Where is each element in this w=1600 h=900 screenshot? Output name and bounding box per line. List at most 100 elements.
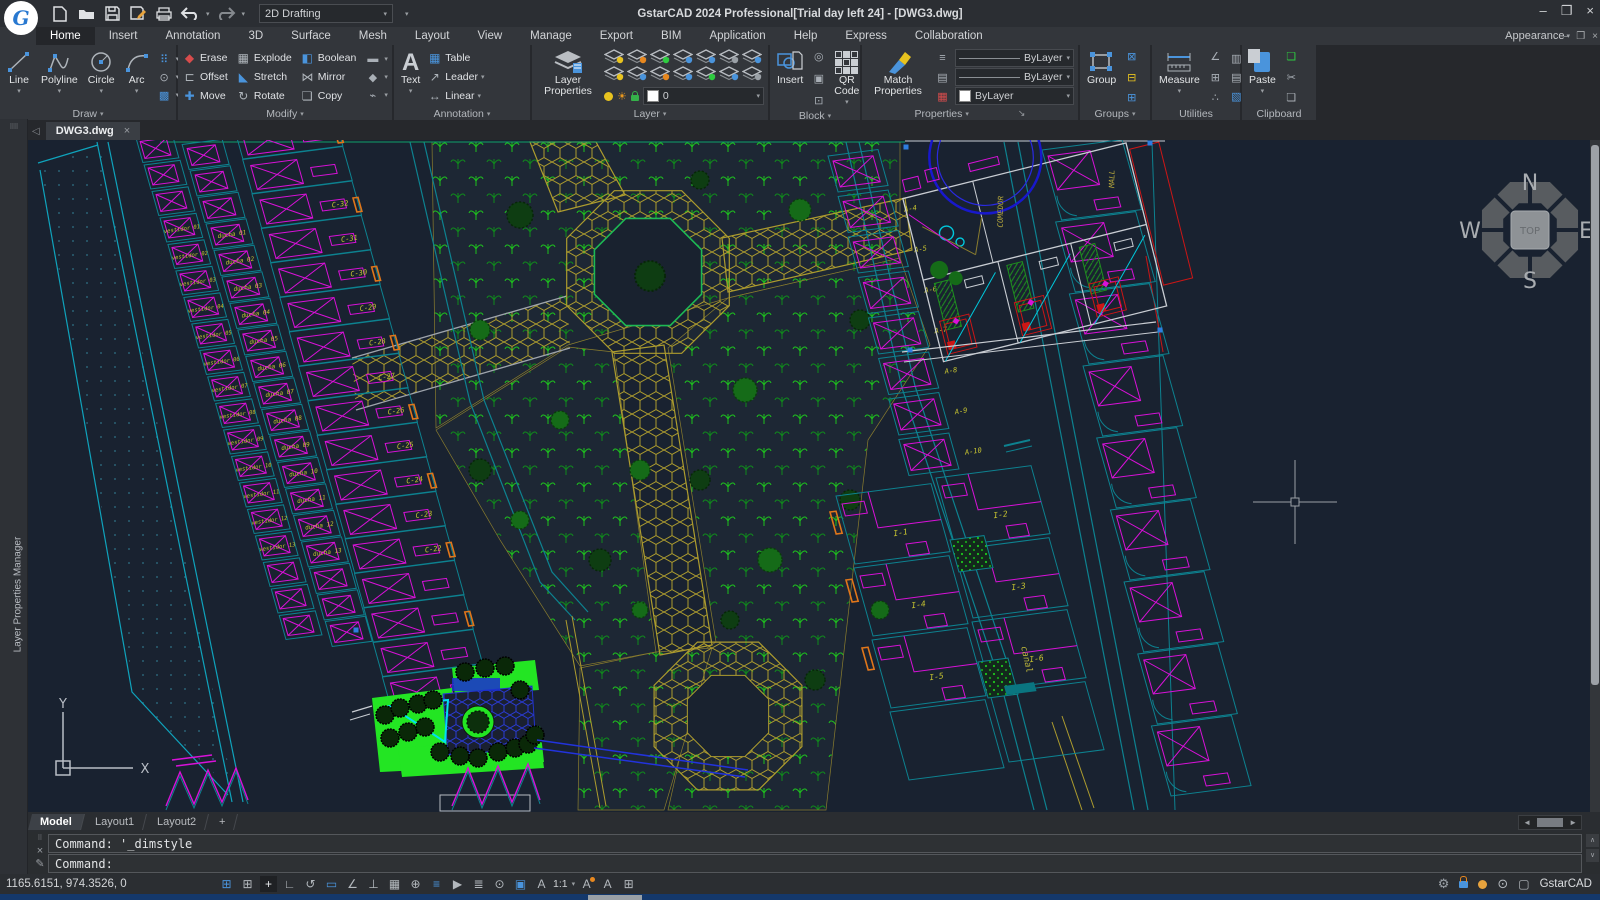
new-file-icon[interactable]: [50, 5, 70, 23]
object-snap-toggle[interactable]: ⊥: [365, 876, 382, 892]
layer-thaw-icon[interactable]: ☀: [617, 90, 627, 103]
clean-screen-toggle[interactable]: ▣: [512, 876, 529, 892]
tab-layout2[interactable]: Layout2: [145, 814, 209, 830]
text-button[interactable]: A Text▾: [398, 47, 423, 107]
boolean-button[interactable]: ◧Boolean: [300, 49, 357, 67]
layer-on-icon[interactable]: [604, 92, 613, 101]
annotation-visibility-toggle[interactable]: A: [578, 876, 595, 892]
command-edit-icon[interactable]: ✎: [32, 858, 48, 871]
calculator-icon[interactable]: ⊞: [1207, 70, 1224, 85]
ribbon-tab-annotation[interactable]: Annotation: [151, 27, 234, 45]
dynamic-input-toggle[interactable]: ▭: [323, 876, 340, 892]
leader-button[interactable]: ↗Leader▾: [427, 68, 484, 86]
tab-scroll-left-icon[interactable]: ◁: [32, 126, 40, 137]
ribbon-tab-application[interactable]: Application: [695, 27, 779, 45]
layer-tool-icon-12[interactable]: [719, 66, 741, 82]
layer-tool-icon-10[interactable]: [673, 66, 695, 82]
erase-button[interactable]: ◆Erase: [182, 49, 228, 67]
panel-label-clipboard[interactable]: Clipboard: [1242, 107, 1316, 120]
explode-button[interactable]: ▦Explode: [236, 49, 292, 67]
lineweight-toggle[interactable]: ≡: [428, 876, 445, 892]
multiple-points-icon[interactable]: ⠿: [156, 52, 173, 67]
layer-tool-icon-0[interactable]: [604, 49, 626, 65]
layer-properties-manager-tab[interactable]: Layer Properties Manager: [13, 515, 24, 675]
quick-calc[interactable]: ⊞: [620, 876, 637, 892]
group-select-icon[interactable]: ⊞: [1123, 90, 1140, 105]
appearance-menu[interactable]: Appearance▾: [1505, 27, 1570, 45]
open-folder-icon[interactable]: [76, 5, 96, 23]
mirror-button[interactable]: ⋈Mirror: [300, 68, 357, 86]
center-snap-toggle[interactable]: ⊕: [407, 876, 424, 892]
stretch-button[interactable]: ◣Stretch: [236, 68, 292, 86]
grid-toggle[interactable]: ⊞: [239, 876, 256, 892]
ribbon-tab-surface[interactable]: Surface: [277, 27, 345, 45]
layer-isolate-toggle[interactable]: ≣: [470, 876, 487, 892]
horizontal-scrollbar-thumb[interactable]: [1537, 818, 1563, 827]
panel-label-annotation[interactable]: Annotation▾: [394, 107, 530, 120]
canvas-vertical-scrollbar[interactable]: [1590, 140, 1600, 812]
canvas-horizontal-scrollbar[interactable]: ◄ ►: [1518, 815, 1582, 830]
attribute-icon[interactable]: ⊡: [810, 93, 827, 108]
color-list-icon[interactable]: ▦: [934, 89, 951, 104]
doc-minimize-button[interactable]: –: [1564, 31, 1570, 42]
panel-label-groups[interactable]: Groups▾: [1080, 107, 1150, 120]
linetype-select[interactable]: ByLayer▾: [955, 68, 1074, 86]
dock-grip-icon[interactable]: ⠿⠿: [0, 123, 27, 131]
copy-clip-icon[interactable]: ❏: [1283, 49, 1300, 64]
color-select[interactable]: ByLayer▾: [955, 87, 1074, 105]
group-button[interactable]: Group: [1084, 47, 1119, 107]
zoom-tool[interactable]: ⊙: [491, 876, 508, 892]
find-zoom-icon[interactable]: ⊙: [1497, 876, 1508, 892]
layer-tool-icon-2[interactable]: [650, 49, 672, 65]
ribbon-tab-help[interactable]: Help: [780, 27, 832, 45]
match-properties-button[interactable]: Match Properties: [866, 47, 930, 107]
command-grip-icon[interactable]: ⠿: [32, 832, 48, 845]
layer-select[interactable]: 0▾: [643, 87, 764, 105]
command-close-icon[interactable]: ×: [32, 845, 48, 858]
drawing-canvas[interactable]: vestidor 01vestidor 02vestidor 03vestido…: [28, 140, 1590, 812]
auto-annotation-toggle[interactable]: A: [599, 876, 616, 892]
ribbon-tab-export[interactable]: Export: [586, 27, 647, 45]
minimize-button[interactable]: –: [1540, 3, 1547, 19]
table-button[interactable]: ▦Table: [427, 49, 484, 67]
command-scroll-down-icon[interactable]: ∨: [1586, 849, 1599, 862]
restore-button[interactable]: ❒: [1561, 3, 1573, 19]
layer-properties-button[interactable]: Layer Properties: [536, 47, 600, 107]
ribbon-tab-view[interactable]: View: [463, 27, 516, 45]
insert-button[interactable]: Insert: [774, 47, 806, 110]
properties-dialog-launcher[interactable]: ↘: [1018, 108, 1026, 119]
doc-close-button[interactable]: ×: [1592, 31, 1598, 42]
ribbon-tab-collaboration[interactable]: Collaboration: [901, 27, 997, 45]
paste-button[interactable]: Paste▾: [1246, 47, 1279, 107]
toolbar-options-icon[interactable]: ▾: [405, 10, 409, 18]
tab-add-layout[interactable]: +: [207, 814, 238, 830]
save-as-icon[interactable]: [128, 5, 148, 23]
tab-model[interactable]: Model: [28, 814, 85, 830]
scroll-right-icon[interactable]: ►: [1565, 818, 1581, 827]
snap-toggle[interactable]: ⊞: [218, 876, 235, 892]
panel-label-layer[interactable]: Layer▾: [532, 107, 768, 120]
layer-tool-icon-5[interactable]: [719, 49, 741, 65]
panel-label-utilities[interactable]: Utilities: [1152, 107, 1240, 120]
layer-tool-icon-4[interactable]: [696, 49, 718, 65]
document-tab[interactable]: DWG3.dwg×: [46, 122, 141, 140]
snap-mode-toggle[interactable]: +: [260, 876, 277, 892]
tab-close-icon[interactable]: ×: [124, 125, 130, 137]
selection-cycling-toggle[interactable]: ▶: [449, 876, 466, 892]
tips-bulb-icon[interactable]: [1478, 880, 1487, 889]
circle-button[interactable]: Circle▾: [85, 47, 118, 107]
close-button[interactable]: ×: [1586, 3, 1594, 19]
settings-gear-icon[interactable]: ⚙: [1438, 876, 1450, 892]
app-logo-icon[interactable]: G: [4, 1, 38, 35]
linetype-list-icon[interactable]: ▤: [934, 70, 951, 85]
panel-label-modify[interactable]: Modify▾: [178, 107, 392, 120]
qr-code-button[interactable]: QR Code▾: [831, 47, 862, 110]
redo-icon[interactable]: [216, 5, 236, 23]
ungroup-icon[interactable]: ⊠: [1123, 49, 1140, 64]
layer-tool-icon-3[interactable]: [673, 49, 695, 65]
cut-icon[interactable]: ✂: [1283, 70, 1300, 85]
id-point-icon[interactable]: ∴: [1207, 90, 1224, 105]
lineweight-select[interactable]: ByLayer▾: [955, 49, 1074, 67]
panel-label-properties[interactable]: Properties▾↘: [862, 107, 1078, 120]
group-edit-icon[interactable]: ⊟: [1123, 70, 1140, 85]
